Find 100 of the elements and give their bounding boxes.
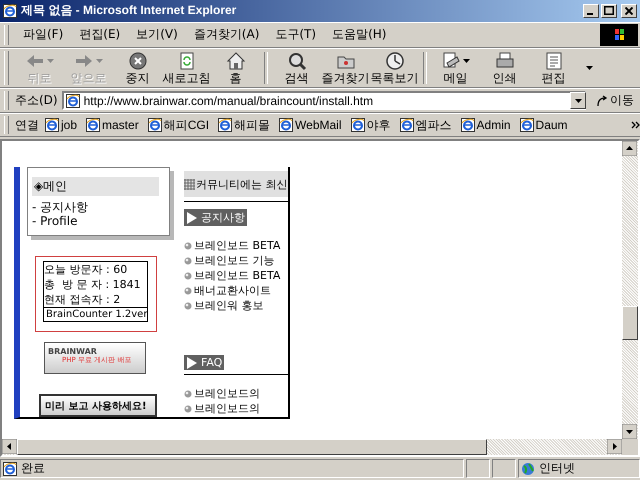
page-icon	[520, 118, 534, 132]
counter-text: 오늘 방문자 : 60	[44, 262, 128, 278]
bullet-icon	[184, 272, 192, 280]
bullet-icon	[184, 404, 192, 413]
menu-item[interactable]: 도움말(H)	[324, 26, 394, 44]
link-button[interactable]: 해피몰	[218, 116, 270, 134]
globe-icon	[521, 462, 535, 476]
bullet-icon	[184, 390, 192, 398]
page-icon	[148, 118, 162, 132]
link-button[interactable]: 야후	[350, 116, 391, 134]
link-button[interactable]: 해피CGI	[148, 116, 210, 134]
post-link[interactable]: 브레인보드 BETA	[194, 268, 280, 284]
caret-icon	[96, 59, 103, 64]
toolbar-button[interactable]: 인쇄	[480, 49, 529, 88]
page-icon	[86, 118, 100, 132]
toolbar-button[interactable]: 즐겨찾기	[321, 49, 370, 88]
section-header: 커뮤니티에는 최신	[184, 171, 288, 198]
banner-title: BRAINWAR	[48, 347, 98, 356]
bullet-icon	[184, 242, 192, 250]
bullet-icon	[184, 286, 192, 295]
section-tab[interactable]: FAQ	[184, 355, 224, 370]
stop-icon	[128, 51, 148, 72]
chevron-icon	[631, 121, 640, 130]
caret-icon	[47, 59, 54, 64]
caret-icon	[586, 66, 593, 70]
clock-icon	[384, 51, 404, 72]
menu-item[interactable]: 편집(E)	[71, 26, 128, 44]
post-link[interactable]: 브레인보드 기능	[194, 253, 274, 268]
counter-text: 현재 접속자 : 2	[44, 292, 122, 308]
right-arrow-icon	[607, 439, 622, 454]
page-icon	[66, 94, 80, 108]
minimize-button[interactable]	[583, 4, 599, 18]
caret-icon	[574, 98, 582, 103]
status-panel	[466, 459, 490, 478]
link-button[interactable]: job	[45, 118, 78, 132]
go-button[interactable]: 이동	[594, 92, 640, 110]
scrollbar-corner	[622, 439, 638, 456]
page-icon	[218, 118, 232, 132]
toolbar-button[interactable]: 검색	[272, 49, 321, 88]
caret-icon	[463, 59, 470, 64]
menu-item[interactable]: 즐겨찾기(A)	[186, 26, 268, 44]
maximize-button[interactable]	[601, 4, 617, 18]
section-tab[interactable]: 공지사항	[184, 209, 247, 226]
page-icon	[3, 462, 17, 476]
link-button[interactable]: master	[86, 118, 139, 132]
preview-button[interactable]: 미리 보고 사용하세요!	[39, 394, 157, 418]
page-icon	[350, 118, 365, 132]
post-link[interactable]: 배너교환사이트	[194, 283, 271, 298]
home-icon	[226, 51, 246, 72]
grid-icon	[184, 178, 195, 190]
menu-item[interactable]: 도구(T)	[267, 26, 324, 44]
link-button[interactable]: Admin	[460, 118, 511, 132]
browser-icon	[3, 4, 17, 18]
page-icon	[460, 118, 475, 132]
menu-link[interactable]: - 공지사항	[32, 200, 159, 214]
play-icon	[186, 356, 198, 369]
toolbar-button[interactable]: 메일	[431, 49, 480, 88]
toolbar-button[interactable]: 새로고침	[162, 49, 211, 88]
search-icon	[286, 51, 306, 72]
zone-text: 인터넷	[539, 460, 575, 478]
menu-item[interactable]: 보기(V)	[128, 26, 186, 44]
address-label: 주소(D)	[15, 92, 58, 110]
page-icon	[400, 118, 414, 132]
dropdown-button[interactable]	[570, 92, 586, 110]
play-icon	[186, 212, 198, 224]
close-icon	[625, 6, 633, 15]
horizontal-scrollbar[interactable]	[2, 439, 638, 456]
links-label: 연결	[15, 116, 39, 134]
menu-heading[interactable]: ◈메인	[32, 177, 159, 196]
scroll-thumb[interactable]	[622, 306, 638, 340]
close-button[interactable]	[621, 4, 637, 18]
menu-item[interactable]: 파일(F)	[15, 26, 72, 44]
toolbar-button[interactable]: 목록보기	[370, 49, 419, 88]
post-link[interactable]: 브레인보드의	[194, 401, 260, 416]
link-button[interactable]: WebMail	[279, 118, 342, 132]
minimize-icon	[587, 12, 593, 15]
page-icon	[45, 118, 59, 132]
post-link[interactable]: 브레인보드의	[194, 386, 260, 402]
post-link[interactable]: 브레인보드 BETA	[194, 238, 280, 254]
post-link[interactable]: 브레인워 홍보	[194, 298, 264, 314]
toolbar-button[interactable]: 홈	[211, 49, 260, 88]
vertical-scrollbar[interactable]	[622, 141, 638, 440]
address-field[interactable]: http://www.brainwar.com/manual/braincount/install.htm	[62, 91, 586, 110]
counter-text: 총 방 문 자 : 1841	[44, 277, 142, 292]
down-arrow-icon	[622, 424, 637, 440]
page-icon	[279, 118, 294, 132]
windows-logo-icon	[600, 24, 638, 46]
toolbar-button[interactable]: 중지	[113, 49, 162, 88]
counter-footer: BrainCounter 1.2ver	[44, 307, 147, 322]
window-title: 제목 없음 - Microsoft Internet Explorer	[21, 2, 236, 20]
link-button[interactable]: Daum	[520, 118, 568, 132]
menu-link[interactable]: - Profile	[32, 214, 159, 228]
bullet-icon	[184, 256, 192, 265]
status-text: 완료	[21, 460, 45, 478]
toolbar-button[interactable]: 편집	[529, 49, 578, 88]
bullet-icon	[184, 302, 192, 310]
link-button[interactable]: 엠파스	[400, 116, 452, 134]
status-panel	[492, 459, 516, 478]
maximize-icon	[604, 6, 614, 16]
document-icon	[544, 51, 564, 72]
